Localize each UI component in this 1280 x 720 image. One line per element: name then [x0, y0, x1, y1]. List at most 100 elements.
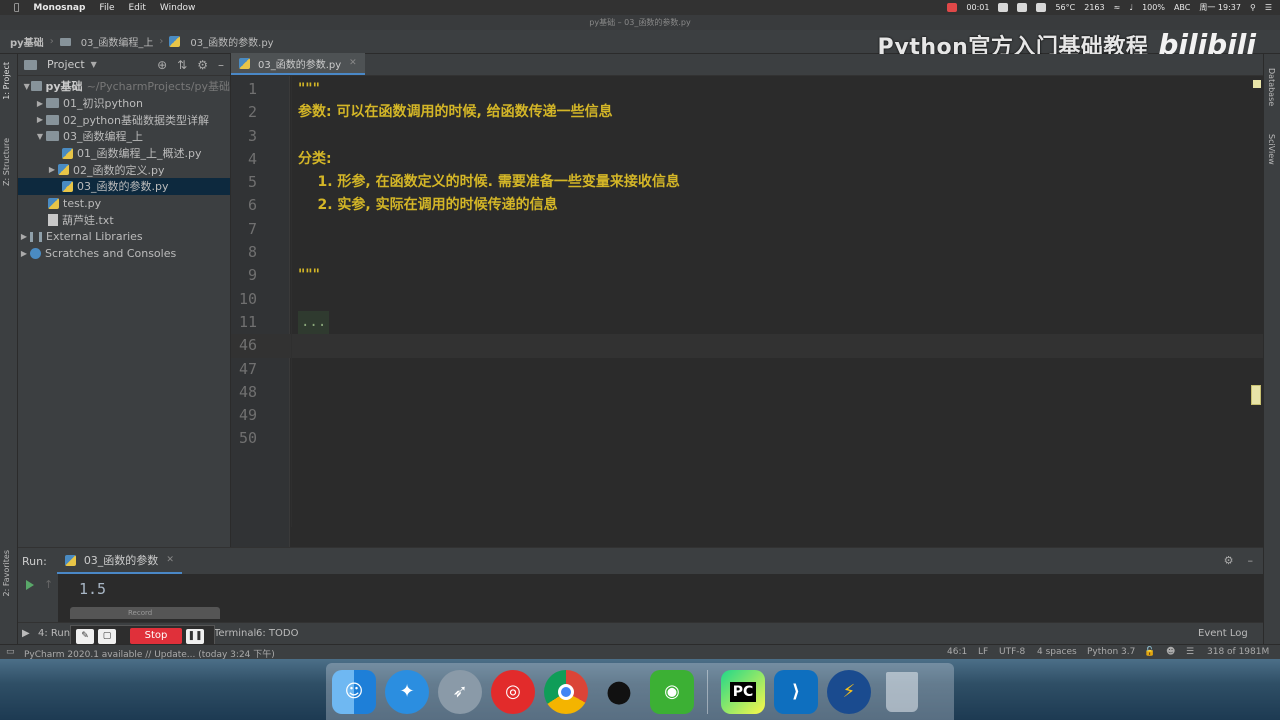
folded-code-placeholder[interactable]: ... — [298, 310, 330, 335]
code-line[interactable]: 10 — [231, 288, 1263, 311]
code-line[interactable]: 8 — [231, 241, 1263, 264]
code-line[interactable]: 48 — [231, 381, 1263, 404]
close-icon[interactable]: ✕ — [166, 555, 174, 565]
tool-tab-run[interactable]: 4: Run — [38, 628, 70, 639]
tree-item-folder-03[interactable]: ▼ 03_函数编程_上 — [18, 128, 230, 145]
chevron-right-icon[interactable]: ▶ — [18, 249, 30, 258]
line-separator[interactable]: LF — [978, 647, 988, 657]
battery-readout[interactable]: 100% — [1142, 3, 1165, 12]
chevron-right-icon[interactable]: ▶ — [34, 115, 46, 124]
chevron-right-icon[interactable]: ▶ — [46, 165, 58, 174]
code-line[interactable]: 47 — [231, 358, 1263, 381]
code-line[interactable]: 1 """ — [231, 78, 1263, 101]
wifi-icon[interactable]: ≈ — [1114, 3, 1121, 12]
tree-root[interactable]: ▼ py基础 ~/PycharmProjects/py基础 — [18, 78, 230, 95]
code-line[interactable]: 4 分类: — [231, 148, 1263, 171]
chevron-down-icon[interactable]: ▼ — [34, 132, 46, 141]
project-view-select[interactable]: Project — [47, 58, 85, 71]
database-tool-tab[interactable]: Database — [1267, 68, 1276, 106]
file-encoding[interactable]: UTF-8 — [999, 647, 1025, 657]
tool-tab-terminal[interactable]: Terminal — [214, 628, 256, 639]
caret-position[interactable]: 46:1 — [947, 647, 967, 657]
inspector-icon[interactable]: ☻ — [1166, 647, 1175, 657]
up-arrow-icon[interactable]: ↑ — [44, 578, 53, 591]
safari-icon[interactable]: ✦ — [385, 669, 429, 714]
close-icon[interactable]: ✕ — [349, 58, 357, 68]
breadcrumb-file[interactable]: 03_函数的参数.py — [190, 34, 273, 49]
clock[interactable]: 周一 19:37 — [1199, 2, 1241, 13]
chevron-down-icon[interactable]: ▼ — [22, 82, 31, 91]
tree-item-folder-01[interactable]: ▶ 01_初识python — [18, 95, 230, 112]
qq-icon[interactable]: ● — [597, 670, 641, 714]
trash-icon[interactable] — [880, 670, 924, 714]
code-line[interactable]: 5 1. 形参, 在函数定义的时候. 需要准备一些变量来接收信息 — [231, 171, 1263, 194]
wechat-icon[interactable]: ◉ — [650, 669, 694, 714]
recording-icon[interactable] — [947, 3, 958, 12]
code-line[interactable]: 9 """ — [231, 264, 1263, 287]
tree-item-scratches[interactable]: ▶ Scratches and Consoles — [18, 245, 230, 262]
app-menu[interactable]: Monosnap — [33, 3, 85, 13]
editor-tab-active[interactable]: 03_函数的参数.py ✕ — [231, 53, 365, 75]
code-line[interactable]: 2 参数: 可以在函数调用的时候, 给函数传递一些信息 — [231, 101, 1263, 124]
chrome-status-icon[interactable] — [1036, 3, 1047, 12]
breadcrumb-folder[interactable]: 03_函数编程_上 — [81, 34, 154, 49]
tree-item-external-libraries[interactable]: ▶ External Libraries — [18, 228, 230, 245]
spotlight-icon[interactable]: ⚲ — [1250, 3, 1256, 12]
code-line[interactable]: 46 — [231, 334, 1263, 358]
code-line[interactable]: 11... — [231, 310, 1263, 335]
chrome-icon[interactable] — [544, 669, 588, 714]
chevron-right-icon[interactable]: ▶ — [22, 628, 30, 639]
status-panel-toggle-icon[interactable]: ▭ — [6, 647, 15, 657]
apple-icon[interactable]:  — [14, 3, 19, 13]
chevron-right-icon[interactable]: ▶ — [34, 99, 46, 108]
code-line[interactable]: 6 2. 实参, 实际在调用的时候传递的信息 — [231, 194, 1263, 217]
finder-icon[interactable]: ☺ — [332, 669, 376, 714]
code-line[interactable]: 3 — [231, 125, 1263, 148]
volume-icon[interactable]: ♩ — [1129, 3, 1133, 12]
menu-window[interactable]: Window — [160, 3, 196, 13]
tree-item-file-params-selected[interactable]: 03_函数的参数.py — [18, 178, 230, 195]
code-line[interactable]: 7 — [231, 218, 1263, 241]
tree-item-file-txt[interactable]: 葫芦娃.txt — [18, 212, 230, 229]
reeder-icon[interactable]: ⚡ — [827, 669, 871, 714]
inspection-ok-icon[interactable] — [1253, 80, 1261, 88]
run-config-tab[interactable]: 03_函数的参数 ✕ — [56, 548, 182, 574]
code-lines[interactable]: 1 """ 2 参数: 可以在函数调用的时候, 给函数传递一些信息 3 4 分类: 5 1. … — [231, 78, 1263, 451]
recorder-titlebar[interactable]: Record — [70, 607, 220, 619]
lock-icon[interactable]: 🔓 — [1144, 647, 1155, 657]
bolt-icon[interactable] — [998, 3, 1009, 12]
chevron-down-icon[interactable]: ▼ — [91, 60, 97, 69]
notification-center-icon[interactable]: ☰ — [1265, 3, 1272, 12]
frame-icon[interactable]: ▢ — [98, 628, 116, 644]
stop-recording-button[interactable]: Stop — [130, 628, 182, 644]
tree-item-file-test[interactable]: test.py — [18, 195, 230, 212]
pycharm-icon[interactable]: PC — [721, 669, 765, 714]
memory-indicator[interactable]: 318 of 1981M — [1207, 647, 1269, 657]
python-interpreter[interactable]: Python 3.7 — [1087, 647, 1135, 657]
project-tool-tab[interactable]: 1: Project — [2, 62, 11, 100]
locate-icon[interactable]: ⊕ — [157, 58, 167, 72]
rerun-icon[interactable] — [26, 580, 34, 590]
code-line[interactable]: 50 — [231, 427, 1263, 450]
chevron-right-icon[interactable]: ▶ — [18, 232, 30, 241]
scrollbar-marker[interactable] — [1251, 385, 1261, 405]
sciview-tool-tab[interactable]: SciView — [1267, 134, 1276, 165]
tool-tab-event-log[interactable]: Event Log — [1198, 628, 1248, 639]
hide-icon[interactable]: – — [1248, 554, 1254, 567]
wechat-status-icon[interactable] — [1017, 3, 1028, 12]
tool-tab-todo[interactable]: 6: TODO — [256, 628, 298, 639]
tree-item-file-overview[interactable]: 01_函数编程_上_概述.py — [18, 145, 230, 162]
tree-item-folder-02[interactable]: ▶ 02_python基础数据类型详解 — [18, 111, 230, 128]
gear-icon[interactable]: ⚙ — [1224, 554, 1234, 567]
pen-icon[interactable]: ✎ — [76, 628, 94, 644]
menu-edit[interactable]: Edit — [128, 3, 145, 13]
input-source[interactable]: ABC — [1174, 3, 1190, 12]
hide-icon[interactable]: – — [218, 58, 224, 72]
breadcrumb-project[interactable]: py基础 — [10, 34, 44, 49]
structure-tool-tab[interactable]: Z: Structure — [2, 138, 11, 186]
favorites-tool-tab[interactable]: 2: Favorites — [2, 550, 11, 596]
pause-icon[interactable]: ❚❚ — [186, 628, 204, 644]
collapse-icon[interactable]: ⇅ — [177, 58, 187, 72]
indent-setting[interactable]: 4 spaces — [1037, 647, 1077, 657]
tree-item-file-definition[interactable]: ▶ 02_函数的定义.py — [18, 161, 230, 178]
